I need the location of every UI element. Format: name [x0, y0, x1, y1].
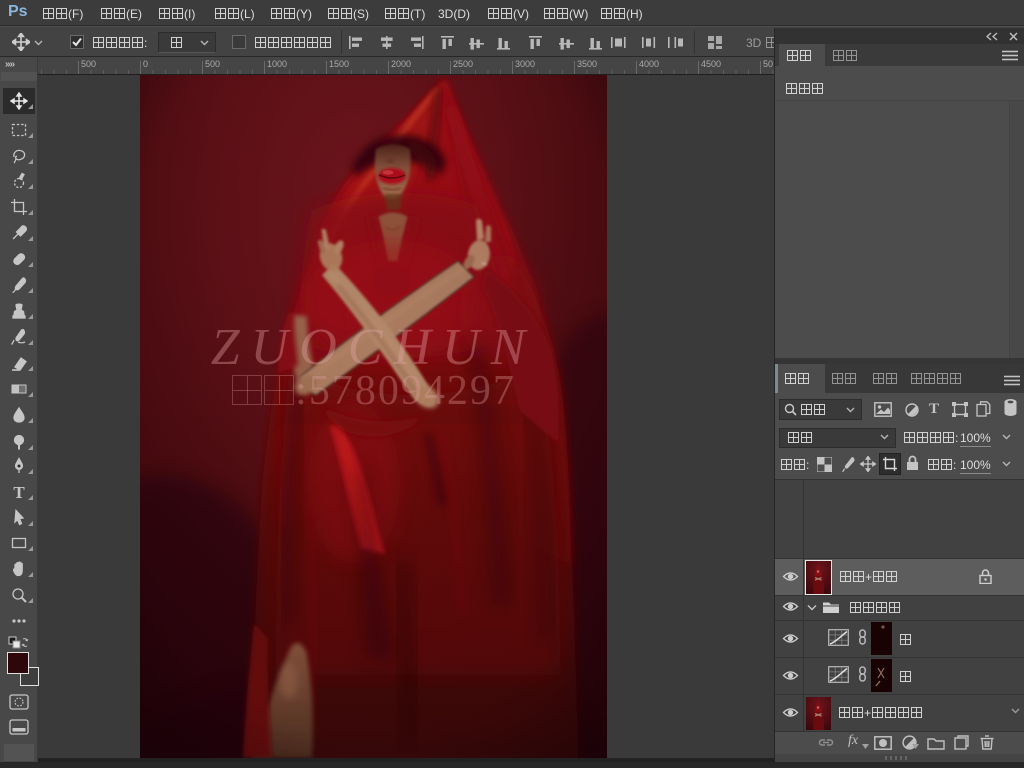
svg-text:T: T — [13, 483, 25, 501]
